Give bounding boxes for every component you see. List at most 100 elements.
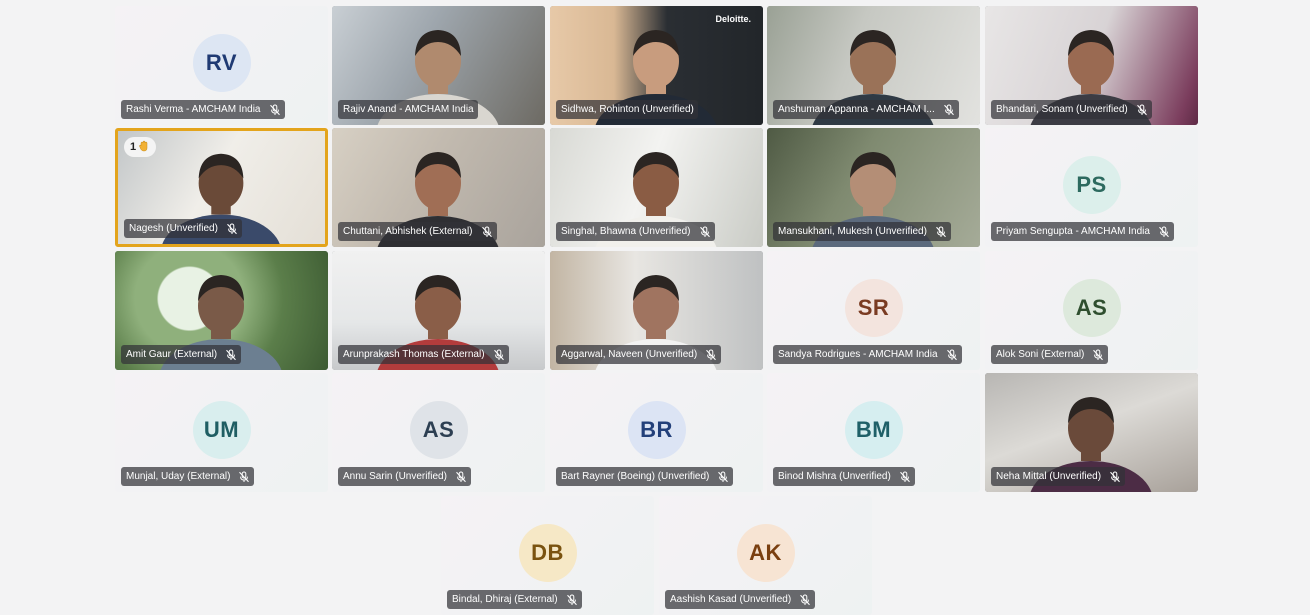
avatar-initials: PS <box>1062 155 1121 214</box>
avatar-initials: RV <box>192 33 251 92</box>
participant-name: Sandya Rodrigues - AMCHAM India <box>778 349 938 360</box>
participant-name-tag: Rajiv Anand - AMCHAM India <box>338 100 478 119</box>
background-logo: Deloitte. <box>715 14 751 24</box>
participant-name-tag: Mansukhani, Mukesh (Unverified) <box>773 222 951 241</box>
participant-name: Aggarwal, Naveen (Unverified) <box>561 349 698 360</box>
participant-tile[interactable]: 1 Nagesh (Unverified) <box>115 128 328 247</box>
participant-tile[interactable]: BM Binod Mishra (Unverified) <box>767 373 980 492</box>
participant-tile[interactable]: BR Bart Rayner (Boeing) (Unverified) <box>550 373 763 492</box>
participant-name: Nagesh (Unverified) <box>129 223 218 234</box>
mic-off-icon <box>566 594 578 606</box>
participant-name: Bart Rayner (Boeing) (Unverified) <box>561 471 710 482</box>
mic-off-icon <box>493 349 505 361</box>
participant-tile[interactable]: Rajiv Anand - AMCHAM India <box>332 6 545 125</box>
participant-name: Aashish Kasad (Unverified) <box>670 594 792 605</box>
participant-tile[interactable]: Arunprakash Thomas (External) <box>332 251 545 370</box>
mic-off-icon <box>455 471 467 483</box>
participant-name-tag: Neha Mittal (Unverified) <box>991 467 1126 486</box>
participant-name: Sidhwa, Rohinton (Unverified) <box>561 104 694 115</box>
participant-name-tag: Munjal, Uday (External) <box>121 467 255 486</box>
mic-off-icon <box>699 226 711 238</box>
participant-name-tag: Rashi Verma - AMCHAM India <box>121 100 285 119</box>
participant-name: Amit Gaur (External) <box>126 349 218 360</box>
participant-name-tag: Arunprakash Thomas (External) <box>338 345 509 364</box>
avatar-initials: AS <box>409 400 468 459</box>
participant-name: Alok Soni (External) <box>996 349 1085 360</box>
avatar-initials: AK <box>736 523 795 582</box>
participant-tile[interactable]: DB Bindal, Dhiraj (External) <box>441 496 654 615</box>
participant-tile[interactable]: AK Aashish Kasad (Unverified) <box>659 496 872 615</box>
participant-name: Rashi Verma - AMCHAM India <box>126 104 261 115</box>
mic-off-icon <box>1109 471 1121 483</box>
participant-name-tag: Aggarwal, Naveen (Unverified) <box>556 345 722 364</box>
raised-hand-badge: 1 <box>124 137 157 157</box>
mic-off-icon <box>481 226 493 238</box>
mic-off-icon <box>226 223 238 235</box>
raised-hand-count: 1 <box>130 141 137 153</box>
participant-tile[interactable]: AS Annu Sarin (Unverified) <box>332 373 545 492</box>
participant-name-tag: Bart Rayner (Boeing) (Unverified) <box>556 467 734 486</box>
mic-off-icon <box>899 471 911 483</box>
participant-name-tag: Alok Soni (External) <box>991 345 1109 364</box>
participant-tile[interactable]: Bhandari, Sonam (Unverified) <box>985 6 1198 125</box>
participant-name-tag: Annu Sarin (Unverified) <box>338 467 471 486</box>
participant-name-tag: Anshuman Appanna - AMCHAM I... <box>773 100 959 119</box>
participant-tile[interactable]: RV Rashi Verma - AMCHAM India <box>115 6 328 125</box>
participant-name-tag: Nagesh (Unverified) <box>124 219 242 238</box>
participant-name: Bhandari, Sonam (Unverified) <box>996 104 1128 115</box>
participant-name-tag: Binod Mishra (Unverified) <box>773 467 915 486</box>
participant-name-tag: Aashish Kasad (Unverified) <box>665 590 816 609</box>
participant-name: Arunprakash Thomas (External) <box>343 349 485 360</box>
participant-name: Bindal, Dhiraj (External) <box>452 594 558 605</box>
avatar-initials: AS <box>1062 278 1121 337</box>
participant-name: Munjal, Uday (External) <box>126 471 231 482</box>
mic-off-icon <box>799 594 811 606</box>
participant-tile[interactable]: Anshuman Appanna - AMCHAM I... <box>767 6 980 125</box>
participant-tile[interactable]: SR Sandya Rodrigues - AMCHAM India <box>767 251 980 370</box>
participant-tile[interactable]: Amit Gaur (External) <box>115 251 328 370</box>
participant-tile[interactable]: Aggarwal, Naveen (Unverified) <box>550 251 763 370</box>
participant-name: Mansukhani, Mukesh (Unverified) <box>778 226 927 237</box>
mic-off-icon <box>935 226 947 238</box>
participant-name: Binod Mishra (Unverified) <box>778 471 891 482</box>
participant-name-tag: Amit Gaur (External) <box>121 345 242 364</box>
participant-name: Anshuman Appanna - AMCHAM I... <box>778 104 935 115</box>
mic-off-icon <box>717 471 729 483</box>
participant-name: Singhal, Bhawna (Unverified) <box>561 226 691 237</box>
meeting-gallery: RV Rashi Verma - AMCHAM India Rajiv Anand … <box>0 0 1310 615</box>
participant-tile[interactable]: Mansukhani, Mukesh (Unverified) <box>767 128 980 247</box>
avatar-initials: DB <box>518 523 577 582</box>
avatar-initials: SR <box>844 278 903 337</box>
participant-name: Priyam Sengupta - AMCHAM India <box>996 226 1150 237</box>
participant-tile[interactable]: Neha Mittal (Unverified) <box>985 373 1198 492</box>
participant-name-tag: Chuttani, Abhishek (External) <box>338 222 497 241</box>
avatar-initials: UM <box>192 400 251 459</box>
mic-off-icon <box>1092 349 1104 361</box>
participant-name-tag: Priyam Sengupta - AMCHAM India <box>991 222 1174 241</box>
participant-name-tag: Sandya Rodrigues - AMCHAM India <box>773 345 962 364</box>
participant-name: Rajiv Anand - AMCHAM India <box>343 104 474 115</box>
participant-name-tag: Singhal, Bhawna (Unverified) <box>556 222 715 241</box>
mic-off-icon <box>1158 226 1170 238</box>
participant-name: Neha Mittal (Unverified) <box>996 471 1102 482</box>
avatar-initials: BR <box>627 400 686 459</box>
participant-name: Annu Sarin (Unverified) <box>343 471 447 482</box>
mic-off-icon <box>946 349 958 361</box>
participant-tile[interactable]: AS Alok Soni (External) <box>985 251 1198 370</box>
mic-off-icon <box>705 349 717 361</box>
participant-tile[interactable]: UM Munjal, Uday (External) <box>115 373 328 492</box>
participant-tile[interactable]: Singhal, Bhawna (Unverified) <box>550 128 763 247</box>
participant-tile[interactable]: Chuttani, Abhishek (External) <box>332 128 545 247</box>
participant-name-tag: Sidhwa, Rohinton (Unverified) <box>556 100 698 119</box>
participant-name-tag: Bhandari, Sonam (Unverified) <box>991 100 1152 119</box>
raised-hand-icon <box>138 140 150 155</box>
participant-name-tag: Bindal, Dhiraj (External) <box>447 590 582 609</box>
participant-tile[interactable]: PS Priyam Sengupta - AMCHAM India <box>985 128 1198 247</box>
mic-off-icon <box>269 104 281 116</box>
participant-name: Chuttani, Abhishek (External) <box>343 226 473 237</box>
participant-tile[interactable]: Deloitte. Sidhwa, Rohinton (Unverified) <box>550 6 763 125</box>
mic-off-icon <box>1136 104 1148 116</box>
avatar-initials: BM <box>844 400 903 459</box>
mic-off-icon <box>225 349 237 361</box>
mic-off-icon <box>943 104 955 116</box>
